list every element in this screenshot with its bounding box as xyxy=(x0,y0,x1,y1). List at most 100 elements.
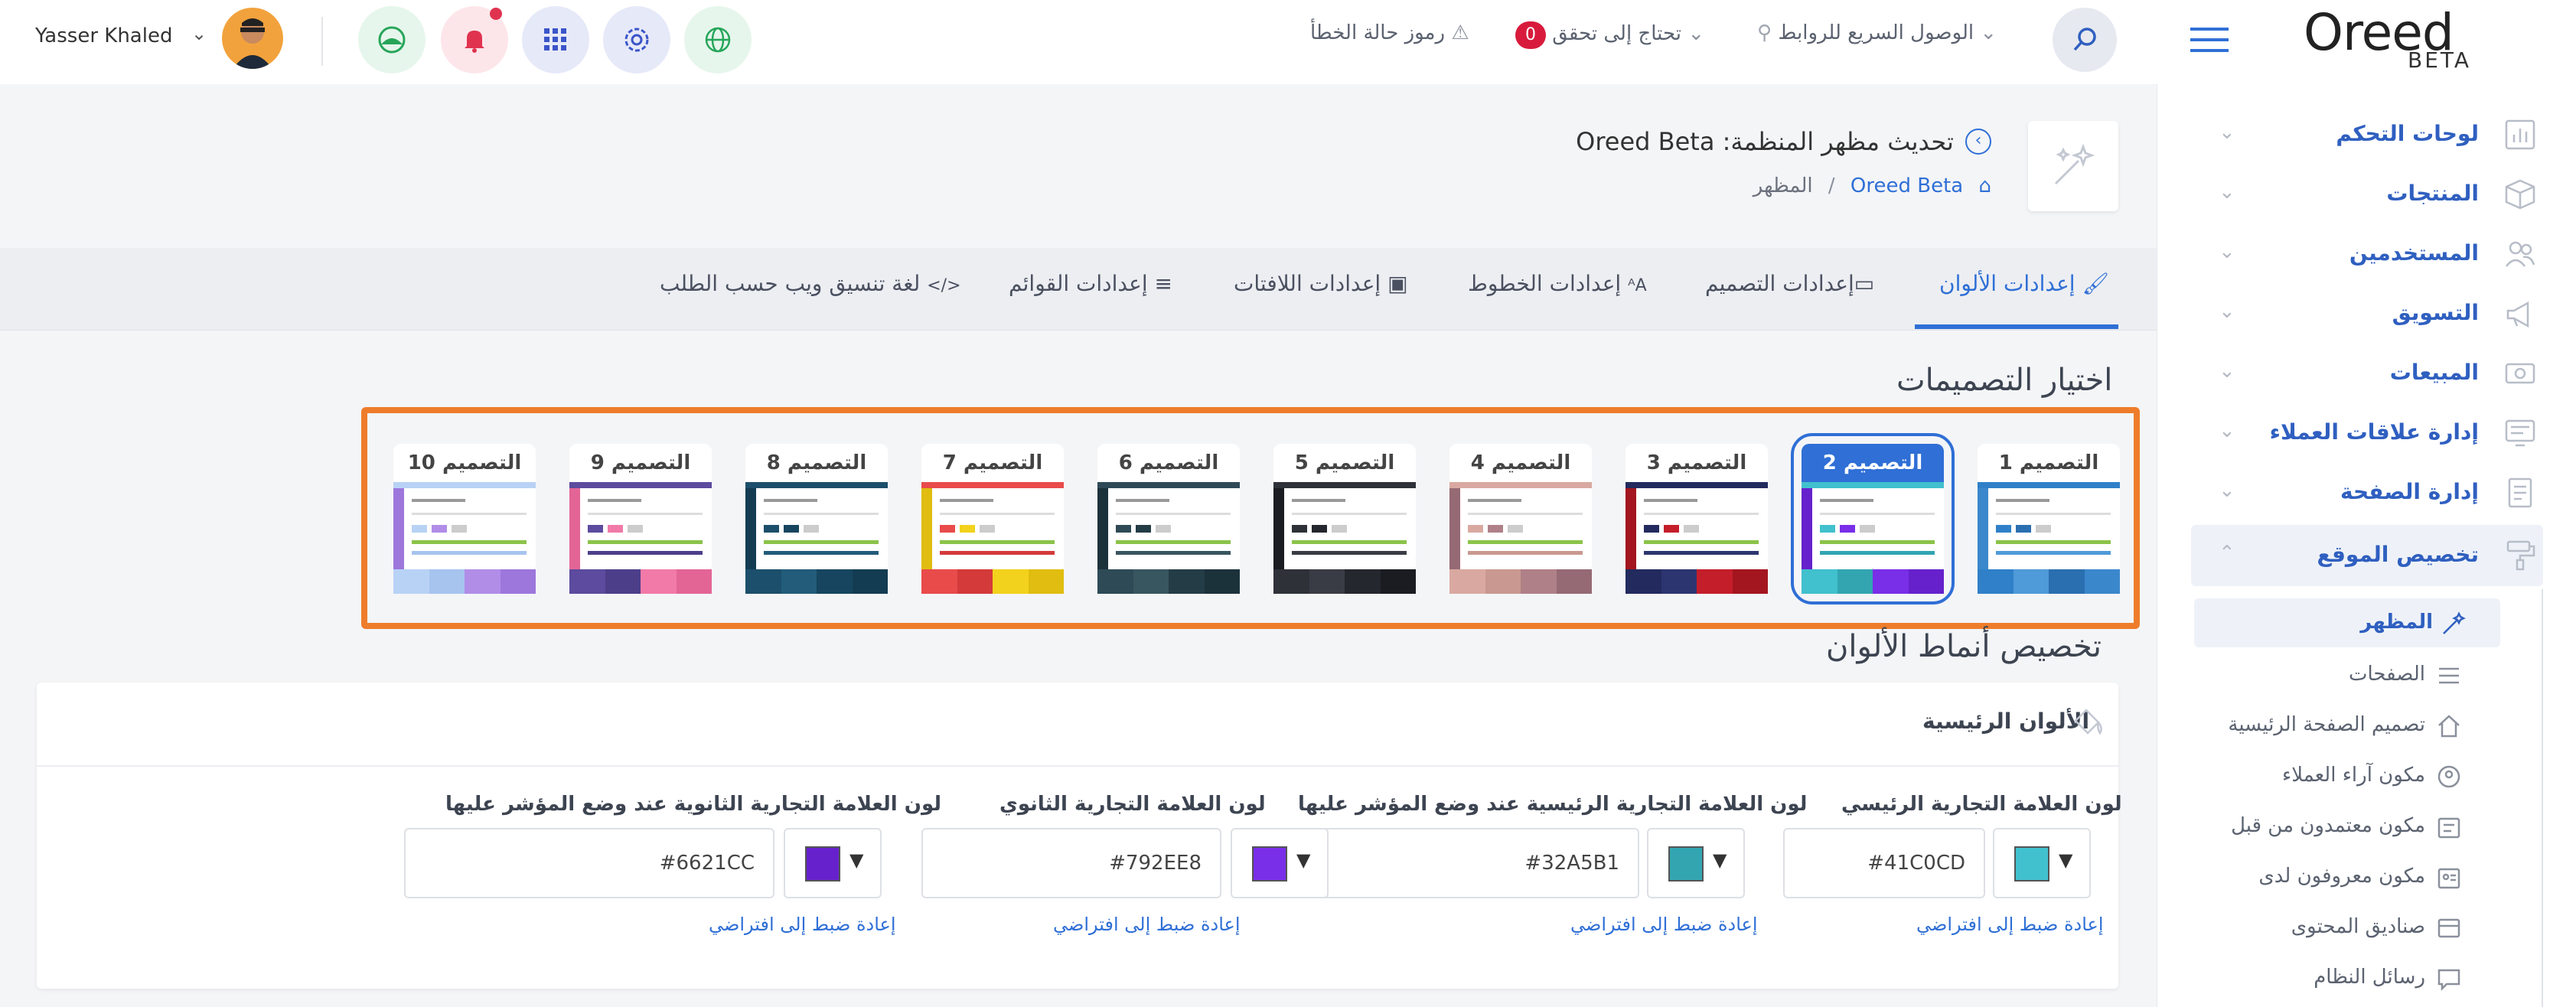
settings-tabs: 🖌︎ إعدادات الألوان ▭إعدادات التصميم ᴬA إ… xyxy=(0,248,2157,331)
needs-check-link[interactable]: ⌄ تحتاج إلى تحقق 0 xyxy=(1515,21,1704,49)
sidebar-item-users[interactable]: المستخدمين ⌄ xyxy=(2157,226,2576,280)
templates-section-title: اختيار التصميمات xyxy=(1896,363,2113,398)
notification-dot xyxy=(490,8,502,20)
error-codes-link[interactable]: ⚠ رموز حالة الخطأ xyxy=(1310,21,1469,44)
status-button[interactable] xyxy=(358,6,426,73)
sidebar-subitem-homepage-design[interactable]: تصميم الصفحة الرئيسية xyxy=(2194,701,2516,750)
tab-menu-settings[interactable]: ≡ إعدادات القوائم xyxy=(1009,271,1172,296)
template-name: التصميم 7 xyxy=(921,444,1064,482)
secondary-hover-color-picker[interactable]: ▼ xyxy=(784,828,882,898)
chevron-down-icon: ⌄ xyxy=(1687,22,1705,45)
template-card[interactable]: التصميم 1 xyxy=(1978,444,2120,594)
chevron-down-icon: ⌄ xyxy=(2219,479,2235,502)
needs-check-count-badge: 0 xyxy=(1515,21,1546,49)
primary-color-picker[interactable]: ▼ xyxy=(1993,828,2091,898)
template-name: التصميم 6 xyxy=(1097,444,1240,482)
primary-color-input[interactable]: #41C0CD xyxy=(1783,828,1985,898)
home-icon[interactable]: ⌂ xyxy=(1978,174,1991,197)
avatar[interactable] xyxy=(222,8,283,69)
tab-custom-css[interactable]: </> لغة تنسيق ويب حسب الطلب xyxy=(660,271,961,296)
template-card[interactable]: التصميم 4 xyxy=(1449,444,1592,594)
page-header: › تحديث مظهر المنظمة: Oreed Beta ⌂ Oreed… xyxy=(0,84,2157,248)
template-preview xyxy=(1097,482,1240,594)
color-swatch xyxy=(2014,846,2049,882)
sidebar-item-marketing[interactable]: التسويق ⌄ xyxy=(2157,286,2576,340)
color-swatch xyxy=(1252,846,1287,882)
secondary-color-input[interactable]: #792EE8 xyxy=(921,828,1221,898)
sidebar-subitem-known-by[interactable]: مكون معروفون لدى xyxy=(2194,852,2516,901)
tree-line xyxy=(2542,589,2543,1007)
sidebar-subitem-testimonials[interactable]: مكون آراء العملاء xyxy=(2194,751,2516,800)
template-card[interactable]: التصميم 7 xyxy=(921,444,1064,594)
sidebar-item-crm[interactable]: إدارة علاقات العملاء ⌄ xyxy=(2157,406,2576,459)
hamburger-menu-button[interactable] xyxy=(2190,26,2229,54)
bar-chart-icon xyxy=(2505,119,2535,150)
language-button[interactable] xyxy=(684,6,752,73)
monitor-icon: ▭ xyxy=(1854,271,1875,296)
settings-button[interactable] xyxy=(603,6,670,73)
breadcrumb-org-link[interactable]: Oreed Beta xyxy=(1850,174,1963,197)
sidebar-item-site-customization[interactable]: تخصيص الموقع ⌃ xyxy=(2191,525,2543,586)
search-icon xyxy=(2073,28,2096,51)
sidebar-item-page-management[interactable]: إدارة الصفحة ⌄ xyxy=(2157,465,2576,519)
crm-icon xyxy=(2505,419,2535,447)
id-card-icon xyxy=(2437,868,2460,889)
tab-banner-settings[interactable]: ▣ إعدادات اللافتات xyxy=(1234,271,1408,296)
breadcrumb: ⌂ Oreed Beta / المظهر xyxy=(1722,174,1991,205)
sidebar-subitem-appearance[interactable]: المظهر xyxy=(2194,598,2500,647)
list-icon xyxy=(2439,667,2459,684)
pages-icon xyxy=(2508,477,2532,508)
secondary-hover-color-reset-link[interactable]: إعادة ضبط إلى افتراضي xyxy=(709,914,896,935)
chevron-down-icon: ⌄ xyxy=(2219,240,2235,263)
badge-icon xyxy=(2437,817,2460,839)
template-preview xyxy=(921,482,1064,594)
chevron-down-icon: ⌄ xyxy=(1980,21,1997,44)
chevron-down-icon: ⌄ xyxy=(2219,419,2235,442)
template-name: التصميم 3 xyxy=(1625,444,1768,482)
user-name[interactable]: Yasser Khaled xyxy=(35,24,172,47)
search-button[interactable] xyxy=(2053,8,2117,72)
divider xyxy=(321,17,323,66)
template-preview xyxy=(1978,482,2120,594)
caret-down-icon: ▼ xyxy=(1296,849,1311,871)
main-colors-card: الألوان الرئيسية لون العلامة التجارية ال… xyxy=(37,683,2122,989)
back-circle-icon[interactable]: › xyxy=(1965,129,1991,155)
paint-roller-icon xyxy=(2506,540,2535,571)
message-icon xyxy=(2437,969,2460,992)
template-card[interactable]: التصميم 3 xyxy=(1625,444,1768,594)
testimonial-icon xyxy=(2437,765,2460,788)
primary-color-reset-link[interactable]: إعادة ضبط إلى افتراضي xyxy=(1916,914,2104,935)
sidebar-item-sales[interactable]: المبيعات ⌄ xyxy=(2157,346,2576,399)
sidebar-subitem-content-boxes[interactable]: صناديق المحتوى xyxy=(2194,903,2516,952)
grid-icon xyxy=(544,28,566,51)
template-card[interactable]: التصميم 6 xyxy=(1097,444,1240,594)
template-card[interactable]: التصميم 10 xyxy=(393,444,536,594)
template-card[interactable]: التصميم 8 xyxy=(745,444,888,594)
quick-links-menu[interactable]: ⌄ الوصول السريع للروابط ⚲ xyxy=(1757,21,1997,44)
sidebar-item-products[interactable]: المنتجات ⌄ xyxy=(2157,167,2576,220)
secondary-hover-color-input[interactable]: #6621CC xyxy=(404,828,774,898)
sidebar-subitem-certified-by[interactable]: مكون معتمدون من قبل xyxy=(2194,802,2516,851)
tab-color-settings[interactable]: 🖌︎ إعدادات الألوان xyxy=(1939,271,2109,296)
chevron-up-icon: ⌃ xyxy=(2219,542,2235,565)
code-icon: </> xyxy=(927,276,961,295)
user-menu-chevron-icon[interactable]: ⌄ xyxy=(191,23,207,44)
sidebar-item-dashboards[interactable]: لوحات التحكم ⌄ xyxy=(2157,107,2576,161)
secondary-color-picker[interactable]: ▼ xyxy=(1231,828,1329,898)
sidebar-subitem-pages[interactable]: الصفحات xyxy=(2194,650,2516,699)
tab-design-settings[interactable]: ▭إعدادات التصميم xyxy=(1705,271,1874,296)
template-name: التصميم 9 xyxy=(569,444,712,482)
template-card[interactable]: التصميم 5 xyxy=(1273,444,1416,594)
sidebar-subitem-system-messages[interactable]: رسائل النظام xyxy=(2194,953,2516,1002)
notifications-button[interactable] xyxy=(441,6,508,73)
apps-button[interactable] xyxy=(522,6,589,73)
template-card[interactable]: التصميم 9 xyxy=(569,444,712,594)
template-card[interactable]: التصميم 2 xyxy=(1791,433,1955,605)
primary-hover-color-reset-link[interactable]: إعادة ضبط إلى افتراضي xyxy=(1570,914,1758,935)
tab-font-settings[interactable]: ᴬA إعدادات الخطوط xyxy=(1468,271,1647,296)
primary-hover-color-picker[interactable]: ▼ xyxy=(1647,828,1745,898)
secondary-color-reset-link[interactable]: إعادة ضبط إلى افتراضي xyxy=(1053,914,1241,935)
template-preview xyxy=(393,482,536,594)
template-name: التصميم 1 xyxy=(1978,444,2120,482)
breadcrumb-separator: / xyxy=(1828,174,1835,197)
